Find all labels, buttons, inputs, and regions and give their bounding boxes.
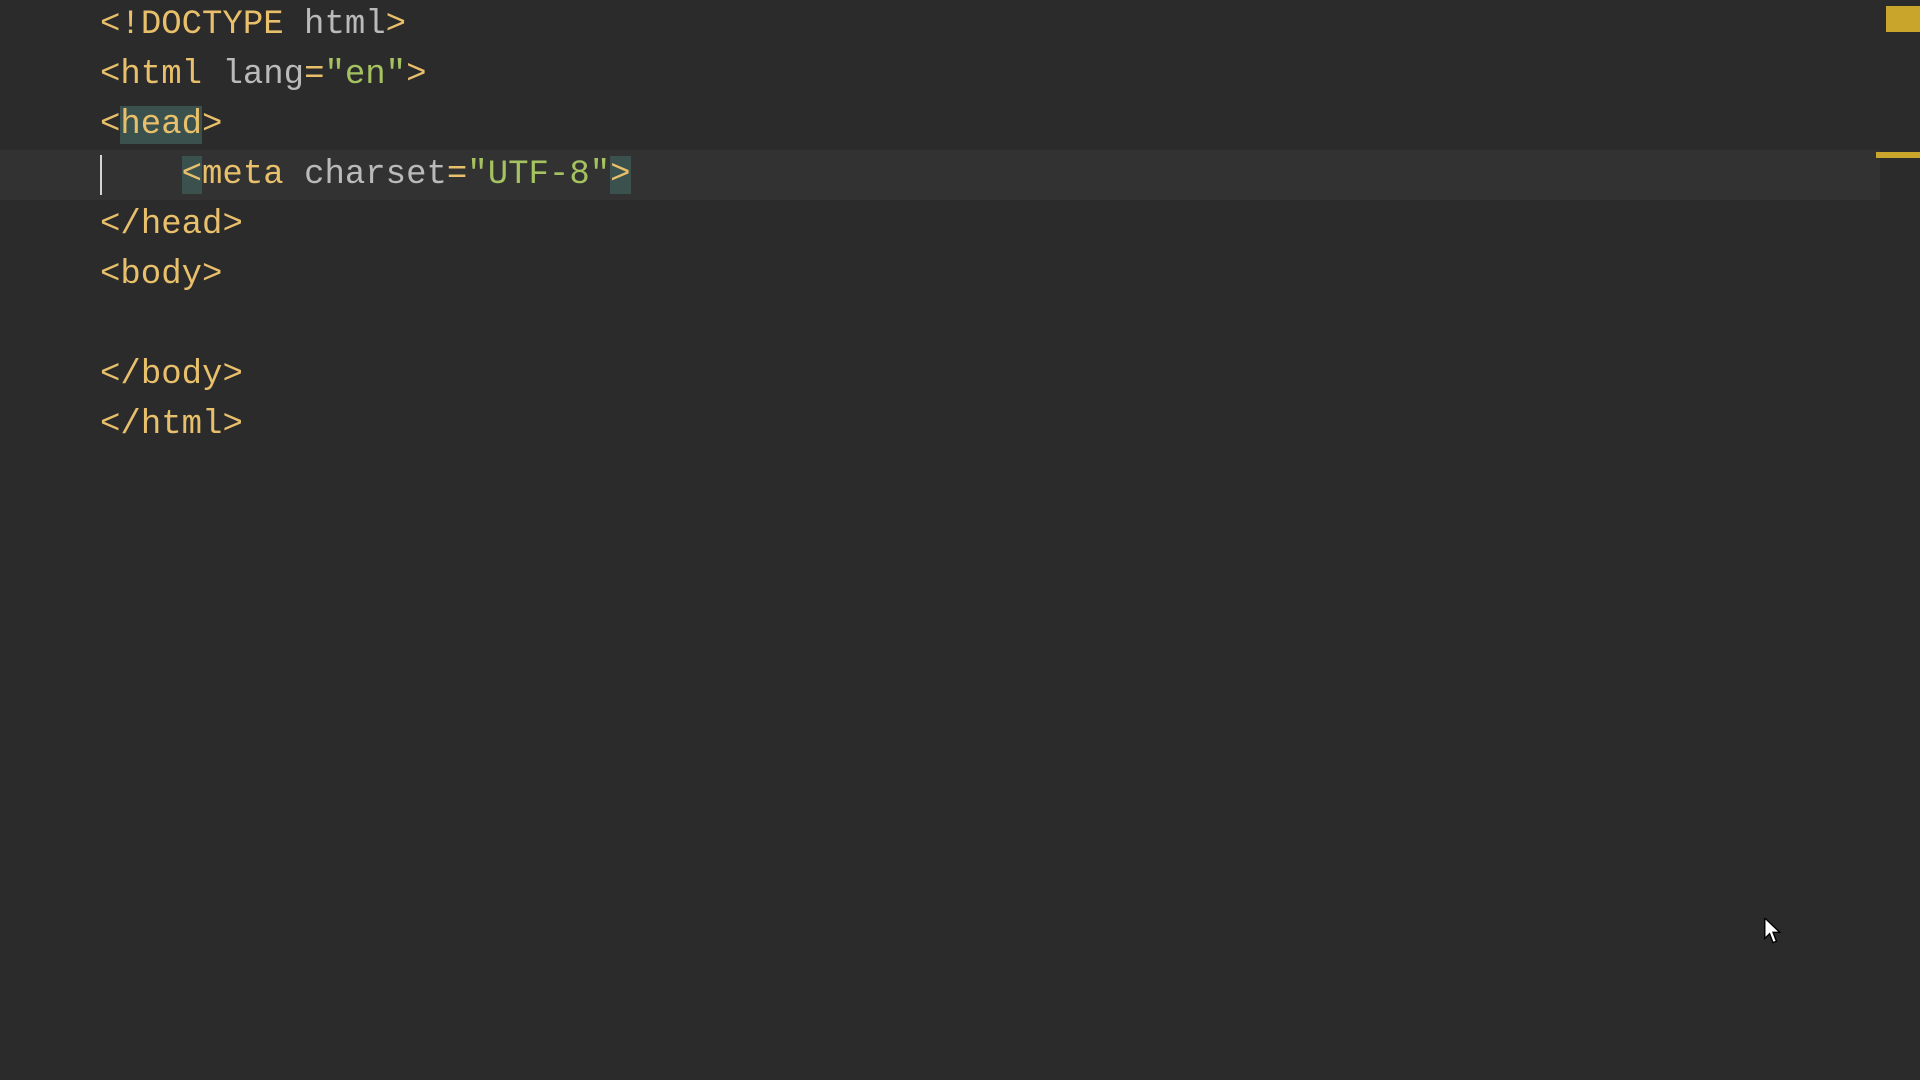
- token-attr: charset: [304, 156, 447, 194]
- token-tag: meta: [202, 156, 304, 194]
- token-punct: >: [406, 56, 426, 94]
- token-doctype: DOCTYPE: [141, 6, 304, 44]
- token-punct: >: [222, 206, 242, 244]
- token-tag: body: [141, 356, 223, 394]
- token-str: "UTF-8": [467, 156, 610, 194]
- token-tag: body: [120, 256, 202, 294]
- token-punct: <!: [100, 6, 141, 44]
- token-tag: html: [120, 56, 222, 94]
- code-area[interactable]: <!DOCTYPE html><html lang="en"><head> <m…: [100, 0, 1880, 1080]
- token-punct: <: [100, 256, 120, 294]
- token-punct: </: [100, 406, 141, 444]
- text-caret: [100, 155, 102, 195]
- token-attr: lang: [222, 56, 304, 94]
- token-tag: html: [141, 406, 223, 444]
- token-punct: >: [202, 106, 222, 144]
- token-punct: =: [447, 156, 467, 194]
- indent: [100, 156, 182, 194]
- token-punct: >: [202, 256, 222, 294]
- code-line[interactable]: <body>: [100, 250, 1880, 300]
- token-punct: <: [100, 56, 120, 94]
- scrollbar-marker-strip[interactable]: [1880, 0, 1920, 1080]
- token-punct: >: [386, 6, 406, 44]
- token-tag: head: [120, 106, 202, 144]
- code-line[interactable]: </html>: [100, 400, 1880, 450]
- token-str: "en": [324, 56, 406, 94]
- token-tag: head: [141, 206, 223, 244]
- token-punct: </: [100, 356, 141, 394]
- code-line[interactable]: </body>: [100, 350, 1880, 400]
- token-punct: >: [222, 356, 242, 394]
- code-line[interactable]: <html lang="en">: [100, 50, 1880, 100]
- code-line[interactable]: <!DOCTYPE html>: [100, 0, 1880, 50]
- scrollbar-marker-top: [1886, 6, 1920, 32]
- token-punct: >: [222, 406, 242, 444]
- scrollbar-marker-current-line: [1876, 152, 1920, 158]
- code-line[interactable]: [100, 300, 1880, 350]
- token-punct: </: [100, 206, 141, 244]
- code-line[interactable]: <head>: [100, 100, 1880, 150]
- token-punct: <: [182, 156, 202, 194]
- code-editor[interactable]: <!DOCTYPE html><html lang="en"><head> <m…: [0, 0, 1920, 1080]
- token-doctype-word: html: [304, 6, 386, 44]
- token-punct: <: [100, 106, 120, 144]
- code-line[interactable]: </head>: [100, 200, 1880, 250]
- token-punct: =: [304, 56, 324, 94]
- token-punct: >: [610, 156, 630, 194]
- code-line[interactable]: <meta charset="UTF-8">: [100, 150, 1880, 200]
